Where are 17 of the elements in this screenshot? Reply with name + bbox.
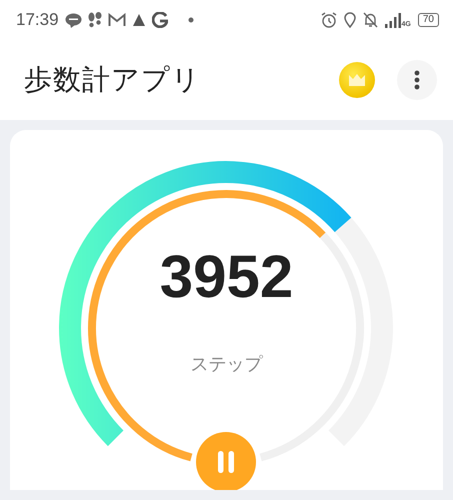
alarm-clock-icon (320, 12, 337, 28)
dot-icon (188, 17, 194, 23)
clock-time: 17:39 (16, 10, 59, 30)
bell-off-icon (362, 12, 378, 28)
more-icon (414, 70, 420, 90)
signal-icon (384, 12, 401, 28)
g-logo-icon (152, 12, 168, 28)
chat-bubble-icon (64, 12, 82, 28)
mail-icon (108, 13, 126, 27)
app-title: 歩数計アプリ (24, 62, 201, 98)
premium-button[interactable] (339, 62, 375, 98)
triangle-icon (132, 13, 146, 27)
crown-icon (348, 73, 366, 87)
footprints-icon (88, 12, 102, 28)
location-pin-icon (344, 12, 356, 28)
more-menu-button[interactable] (397, 60, 437, 100)
battery-level: 70 (418, 13, 439, 27)
